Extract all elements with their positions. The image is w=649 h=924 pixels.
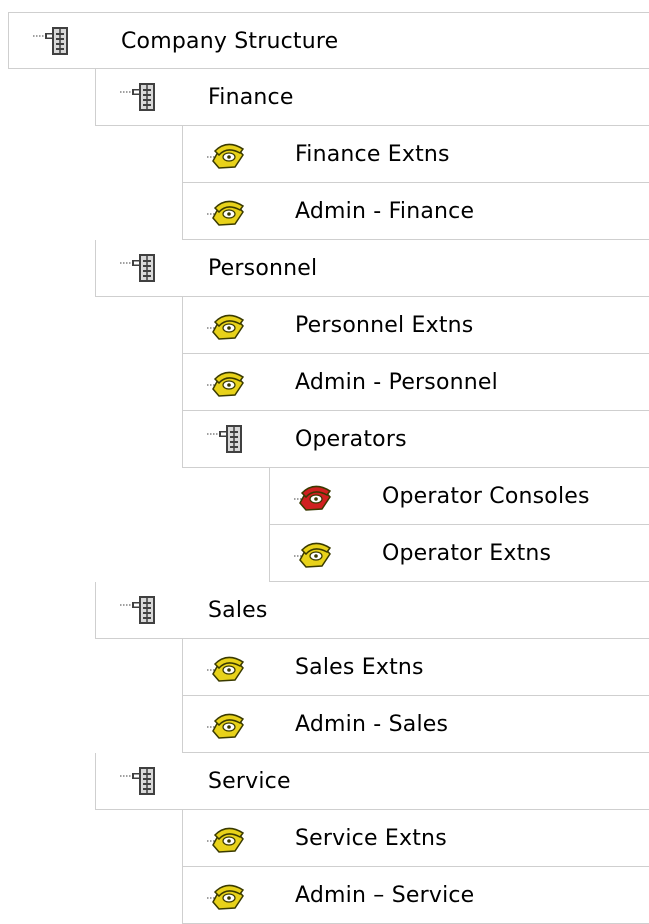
tree-node-company-structure[interactable]: Company Structure: [8, 12, 649, 69]
group-folder-icon: [118, 764, 158, 798]
group-folder-icon: [118, 80, 158, 114]
tree-node-sales[interactable]: Sales: [95, 582, 649, 639]
telephone-icon: [205, 821, 245, 855]
tree-node-label: Service: [208, 769, 291, 794]
tree-node-label: Company Structure: [121, 29, 339, 54]
telephone-icon: [205, 194, 245, 228]
tree-node-label: Admin - Sales: [295, 712, 449, 737]
tree-node-service-extns[interactable]: Service Extns: [182, 810, 649, 867]
tree-node-label: Finance: [208, 85, 294, 110]
telephone-icon: [205, 308, 245, 342]
telephone-icon: [205, 365, 245, 399]
tree-node-label: Sales: [208, 598, 268, 623]
tree-node-label: Finance Extns: [295, 142, 450, 167]
telephone-icon: [205, 137, 245, 171]
tree-node-label: Operators: [295, 427, 407, 452]
tree-node-personnel[interactable]: Personnel: [95, 240, 649, 297]
tree-node-label: Personnel Extns: [295, 313, 474, 338]
group-folder-icon: [118, 593, 158, 627]
red-telephone-icon: [292, 479, 332, 513]
group-folder-icon: [118, 251, 158, 285]
telephone-icon: [205, 878, 245, 912]
tree-node-finance-extns[interactable]: Finance Extns: [182, 126, 649, 183]
tree-node-label: Admin – Service: [295, 883, 475, 908]
group-folder-icon: [205, 422, 245, 456]
tree-node-label: Admin - Personnel: [295, 370, 498, 395]
tree-node-admin-personnel[interactable]: Admin - Personnel: [182, 354, 649, 411]
tree-node-operator-consoles[interactable]: Operator Consoles: [269, 468, 649, 525]
tree-node-admin-service[interactable]: Admin – Service: [182, 867, 649, 924]
tree-node-admin-finance[interactable]: Admin - Finance: [182, 183, 649, 240]
tree-node-label: Sales Extns: [295, 655, 424, 680]
tree-node-operator-extns[interactable]: Operator Extns: [269, 525, 649, 582]
telephone-icon: [205, 650, 245, 684]
tree-node-sales-extns[interactable]: Sales Extns: [182, 639, 649, 696]
group-folder-icon: [31, 24, 71, 58]
company-structure-tree: Company Structure Finance Finance Extns Adm…: [0, 0, 649, 924]
tree-node-admin-sales[interactable]: Admin - Sales: [182, 696, 649, 753]
tree-node-service[interactable]: Service: [95, 753, 649, 810]
tree-node-label: Operator Extns: [382, 541, 552, 566]
tree-node-operators[interactable]: Operators: [182, 411, 649, 468]
tree-node-label: Service Extns: [295, 826, 447, 851]
telephone-icon: [205, 707, 245, 741]
tree-node-label: Operator Consoles: [382, 484, 590, 509]
tree-node-label: Personnel: [208, 256, 318, 281]
tree-node-label: Admin - Finance: [295, 199, 475, 224]
tree-node-finance[interactable]: Finance: [95, 69, 649, 126]
telephone-icon: [292, 536, 332, 570]
tree-node-personnel-extns[interactable]: Personnel Extns: [182, 297, 649, 354]
